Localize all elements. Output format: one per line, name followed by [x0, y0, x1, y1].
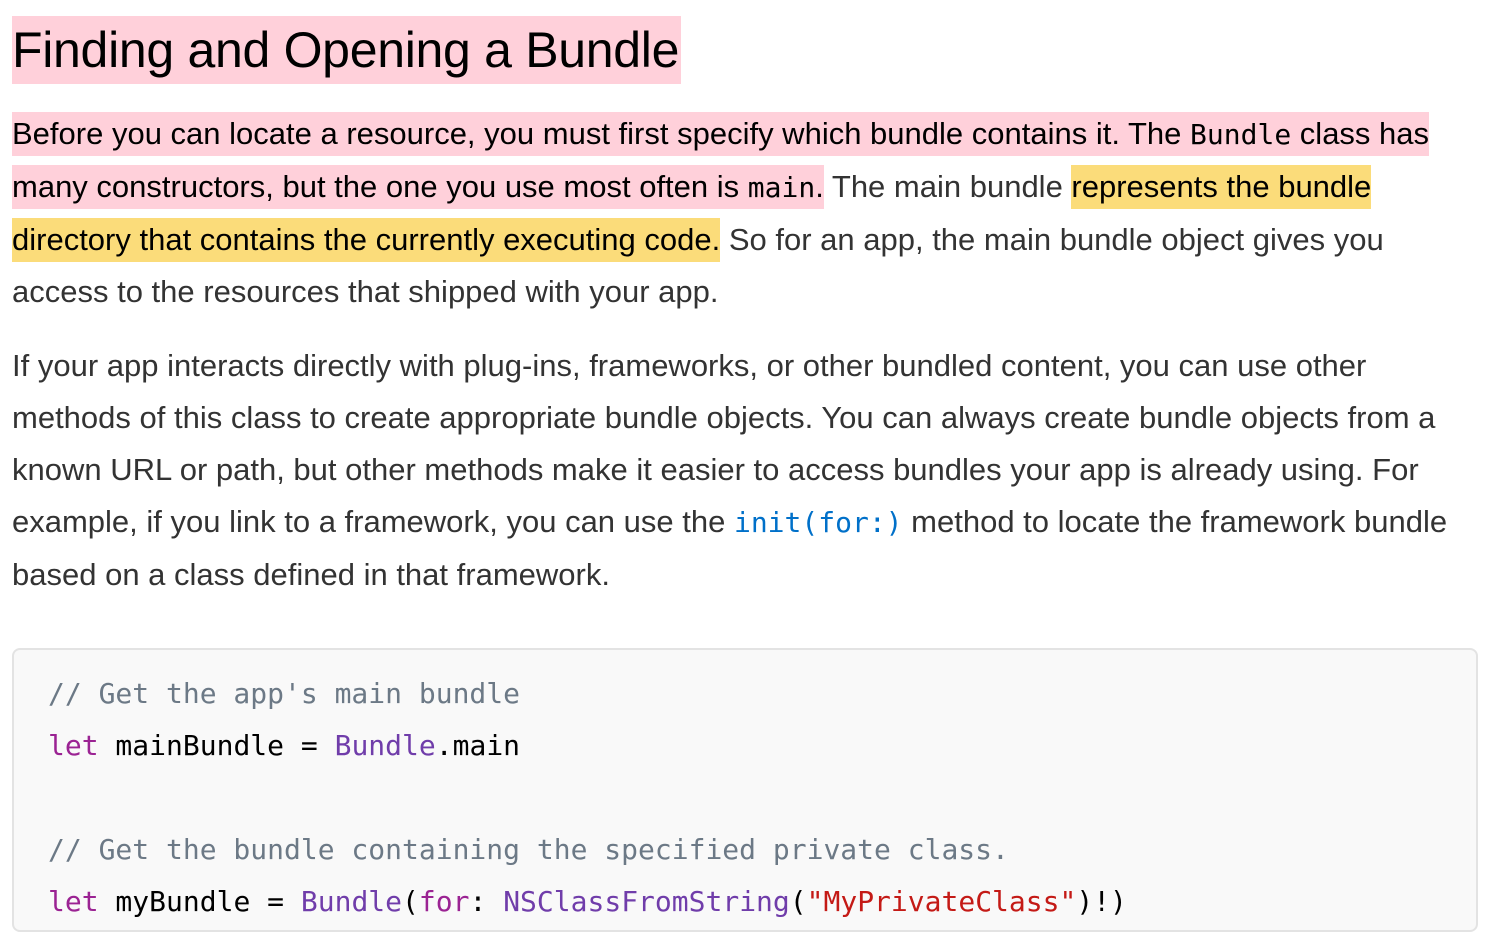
- paragraph-text: The main bundle: [823, 169, 1072, 204]
- code-plain: :: [469, 885, 504, 918]
- code-keyword: for: [418, 885, 470, 918]
- code-line: // Get the bundle containing the specifi…: [48, 824, 1476, 876]
- code-keyword: let: [48, 885, 99, 918]
- init-for-link[interactable]: init(for:): [734, 506, 903, 539]
- code-line: let mainBundle = Bundle.main: [48, 720, 1476, 772]
- code-line: let myBundle = Bundle(for: NSClassFromSt…: [48, 876, 1476, 928]
- code-keyword: let: [48, 729, 99, 762]
- code-line: // Get the app's main bundle: [48, 668, 1476, 720]
- paragraph-text: Before you can locate a resource, you mu…: [12, 116, 1191, 151]
- inline-code-main: main: [747, 171, 816, 204]
- code-comment: // Get the bundle containing the specifi…: [48, 833, 1009, 866]
- code-type: Bundle: [334, 729, 436, 762]
- code-comment: // Get the app's main bundle: [48, 677, 521, 710]
- code-string: "MyPrivateClass": [806, 885, 1077, 918]
- paragraph-text: .: [815, 169, 824, 204]
- code-listing[interactable]: // Get the app's main bundle let mainBun…: [12, 648, 1478, 932]
- paragraph-other-bundles: If your app interacts directly with plug…: [12, 340, 1482, 601]
- section-heading: Finding and Opening a Bundle: [12, 16, 682, 84]
- code-plain: (: [402, 885, 419, 918]
- code-plain: mainBundle =: [98, 729, 335, 762]
- paragraph-main-bundle: Before you can locate a resource, you mu…: [12, 108, 1482, 318]
- inline-code-bundle: Bundle: [1190, 118, 1292, 151]
- code-plain: .main: [435, 729, 521, 762]
- code-plain: (: [789, 885, 807, 918]
- code-type: Bundle: [300, 885, 403, 918]
- documentation-page: Finding and Opening a Bundle Before you …: [0, 0, 1496, 952]
- code-plain: )!): [1076, 885, 1127, 918]
- code-function: NSClassFromString: [503, 885, 790, 918]
- code-plain: myBundle =: [98, 885, 301, 918]
